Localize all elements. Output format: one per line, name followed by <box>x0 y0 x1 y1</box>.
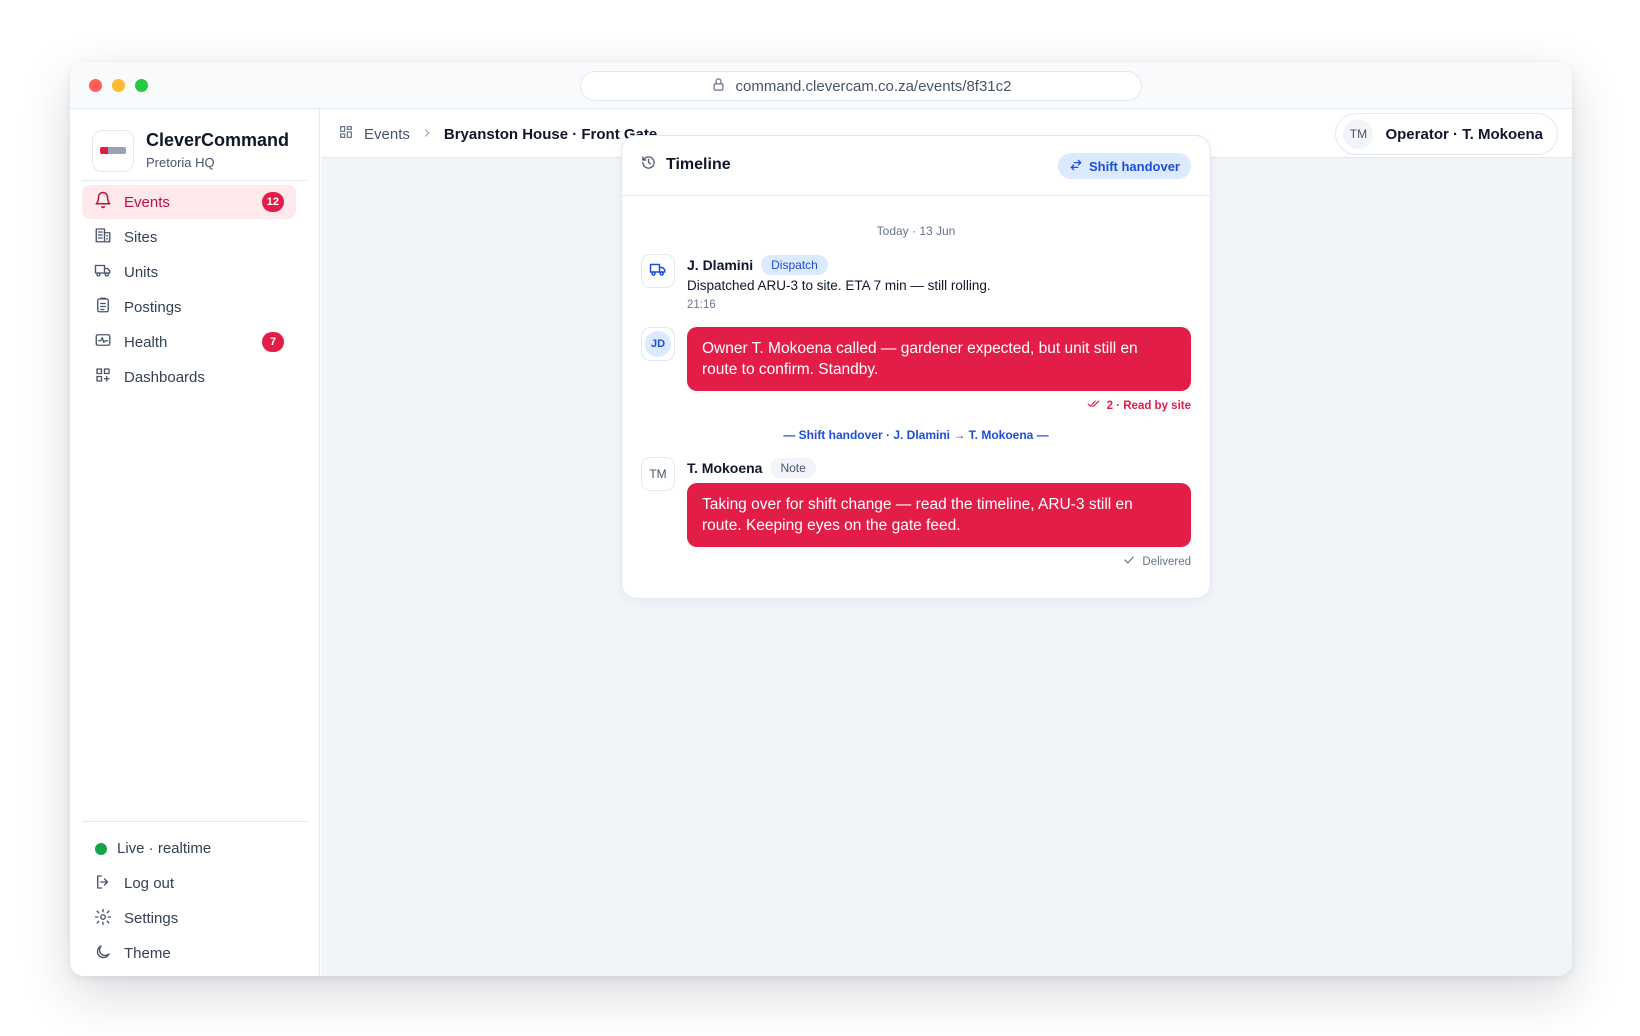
lock-icon <box>711 77 726 96</box>
delivered-label: Delivered <box>1142 555 1191 568</box>
truck-icon <box>649 260 667 283</box>
brand-logo <box>92 129 134 172</box>
jd-avatar-frame: JD <box>641 327 675 361</box>
breadcrumb-events-link[interactable]: Events <box>364 126 410 143</box>
timeline-entry-message-jd: JD Owner T. Mokoena called — gardener ex… <box>641 327 1191 417</box>
entry-author: J. Dlamini <box>687 257 754 273</box>
entry-time: 21:16 <box>687 299 716 311</box>
message-bubble: Owner T. Mokoena called — gardener expec… <box>687 327 1191 391</box>
entry-author: T. Mokoena <box>687 460 763 476</box>
jd-message-body: Owner T. Mokoena called — gardener expec… <box>687 327 1191 414</box>
sidebar-item-label: Units <box>124 263 159 281</box>
sidebar-nav: Events 12 Sites Units Postings Health 7 … <box>82 185 296 395</box>
timeline-entry-message-tm: TM T. Mokoena Note Taking over for shift… <box>641 457 1191 577</box>
message-bubble: Taking over for shift change — read the … <box>687 483 1191 547</box>
health-count-badge: 7 <box>262 332 284 352</box>
history-icon <box>641 155 656 175</box>
entry-text: Dispatched ARU-3 to site. ETA 7 min — st… <box>687 278 991 293</box>
sidebar-item-events[interactable]: Events 12 <box>82 185 296 219</box>
sidebar-divider <box>82 821 307 822</box>
handover-separator: — Shift handover · J. Dlamini → T. Mokoe… <box>783 428 1049 442</box>
sidebar-item-label: Events <box>124 193 170 211</box>
building-icon <box>94 226 112 248</box>
sidebar-divider <box>82 180 307 181</box>
sidebar-item-label: Sites <box>124 228 158 246</box>
timeline-title: Timeline <box>666 156 731 173</box>
sidebar-item-postings[interactable]: Postings <box>82 290 296 324</box>
brand: CleverCommand Pretoria HQ <box>92 129 289 172</box>
maximize-window-button[interactable] <box>135 79 148 92</box>
timeline-panel: Timeline Shift handover Today · 13 Jun J… <box>621 135 1211 599</box>
dispatch-avatar <box>641 254 675 288</box>
dispatch-entry-body: J. Dlamini Dispatch Dispatched ARU-3 to … <box>687 254 1191 314</box>
check-icon <box>1122 553 1136 570</box>
read-receipt-label: 2 · Read by site <box>1106 399 1191 412</box>
truck-icon <box>94 261 112 283</box>
tm-avatar-frame: TM <box>641 457 675 491</box>
timeline-entry-dispatch: J. Dlamini Dispatch Dispatched ARU-3 to … <box>641 254 1191 316</box>
brand-name: CleverCommand <box>146 130 290 150</box>
brand-subtitle: Pretoria HQ <box>146 155 215 170</box>
jd-avatar: JD <box>645 331 671 357</box>
sidebar-item-sites[interactable]: Sites <box>82 220 296 254</box>
activity-icon <box>94 331 112 353</box>
chevron-right-icon <box>420 126 434 143</box>
logout-button[interactable]: Log out <box>82 866 296 901</box>
entry-meta: J. Dlamini Dispatch <box>687 254 1191 276</box>
moon-icon <box>94 943 112 965</box>
browser-window: command.clevercam.co.za/events/8f31c2 Cl… <box>70 62 1572 976</box>
shift-handover-button[interactable]: Shift handover <box>1057 153 1191 179</box>
delivered-receipt: Delivered <box>687 553 1191 570</box>
sidebar: CleverCommand Pretoria HQ Events 12 Site… <box>70 109 320 976</box>
swap-icon <box>1069 158 1083 175</box>
logout-icon <box>94 873 112 895</box>
breadcrumb: Events Bryanston House · Front Gate <box>338 124 657 144</box>
tm-message-body: T. Mokoena Note Taking over for shift ch… <box>687 457 1191 570</box>
timeline-header: Timeline Shift handover <box>622 136 1210 196</box>
operator-name: Operator · T. Mokoena <box>1385 125 1543 143</box>
settings-label: Settings <box>124 910 179 927</box>
entry-meta: T. Mokoena Note <box>687 457 1191 479</box>
read-receipt: 2 · Read by site <box>687 397 1191 414</box>
live-status-label: Live · realtime <box>117 840 212 857</box>
address-bar[interactable]: command.clevercam.co.za/events/8f31c2 <box>580 71 1142 101</box>
live-status: Live · realtime <box>82 831 296 866</box>
double-check-icon <box>1087 397 1101 414</box>
date-separator: Today · 13 Jun <box>876 224 956 238</box>
sidebar-item-label: Dashboards <box>124 368 205 386</box>
sidebar-item-label: Postings <box>124 298 182 316</box>
settings-button[interactable]: Settings <box>82 901 296 936</box>
grid-icon <box>338 124 354 144</box>
sidebar-item-health[interactable]: Health 7 <box>82 325 296 359</box>
browser-titlebar: command.clevercam.co.za/events/8f31c2 <box>70 62 1572 109</box>
sidebar-item-label: Health <box>124 333 168 351</box>
tm-avatar: TM <box>649 467 667 481</box>
theme-toggle[interactable]: Theme <box>82 936 296 971</box>
live-indicator-dot <box>95 842 107 855</box>
theme-label: Theme <box>124 945 171 962</box>
operator-menu[interactable]: TM Operator · T. Mokoena <box>1335 113 1558 155</box>
events-count-badge: 12 <box>261 192 284 212</box>
operator-avatar: TM <box>1343 119 1374 149</box>
timeline-title-group: Timeline <box>641 155 731 175</box>
sidebar-item-dashboards[interactable]: Dashboards <box>82 360 296 394</box>
shift-handover-label: Shift handover <box>1088 158 1180 174</box>
main-area: Events Bryanston House · Front Gate TM O… <box>321 109 1572 976</box>
note-tag: Note <box>770 458 816 478</box>
bell-icon <box>94 191 112 213</box>
minimize-window-button[interactable] <box>112 79 125 92</box>
sidebar-footer: Live · realtime Log out Settings Theme <box>82 831 296 971</box>
gear-icon <box>94 908 112 930</box>
logout-label: Log out <box>124 875 175 892</box>
dispatch-tag: Dispatch <box>761 255 828 275</box>
address-url: command.clevercam.co.za/events/8f31c2 <box>735 77 1012 95</box>
close-window-button[interactable] <box>89 79 102 92</box>
clipboard-icon <box>94 296 112 318</box>
dashboard-icon <box>94 366 112 388</box>
sidebar-item-units[interactable]: Units <box>82 255 296 289</box>
